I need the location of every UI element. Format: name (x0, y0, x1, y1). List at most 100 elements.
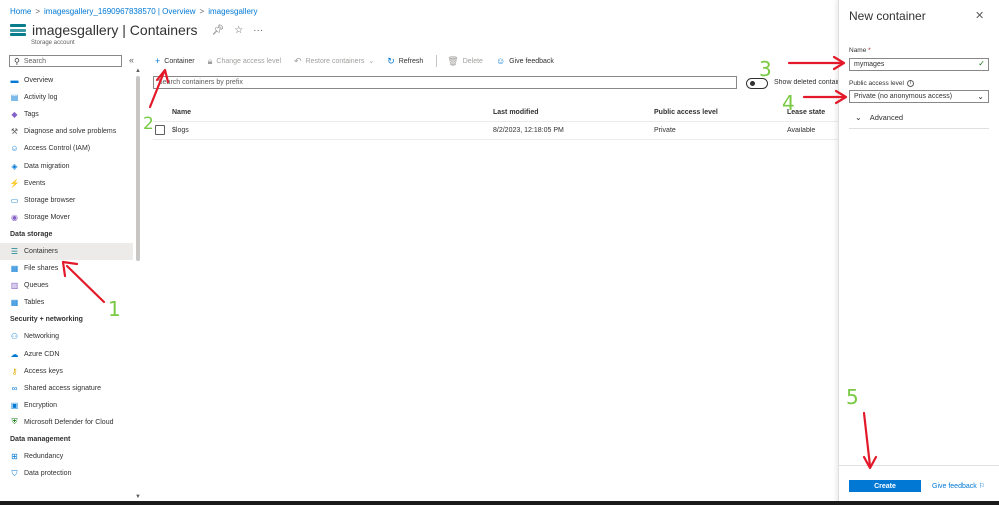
title-actions: 📌︎ ☆ ··· (212, 25, 264, 36)
toolbar-divider (436, 55, 438, 67)
sidebar-item-iam[interactable]: ☺ Access Control (IAM) (0, 140, 133, 157)
panel-give-feedback-link[interactable]: Give feedback ⚐ (932, 482, 985, 490)
containers-table: Name Last modified Public access level L… (153, 104, 838, 140)
sidebar-item-storage-mover[interactable]: ◉ Storage Mover (0, 209, 133, 226)
undo-icon: ↶ (294, 55, 302, 66)
scroll-down-icon[interactable]: ▼ (135, 494, 141, 500)
container-name-input[interactable]: mymages ✓ (849, 58, 989, 71)
sidebar-item-label: Access keys (24, 367, 63, 375)
scroll-up-icon[interactable]: ▲ (135, 68, 141, 74)
breadcrumb: Home > imagesgallery_1690967838570 | Overv… (10, 7, 258, 16)
advanced-expander[interactable]: ⌄ Advanced (855, 113, 903, 122)
sidebar-item-redundancy[interactable]: ⊞ Redundancy (0, 448, 133, 465)
column-last-modified[interactable]: Last modified (493, 109, 539, 116)
sidebar: ⚲ Search « ▲ ▼ ▬ Overview ▤ Activity log ◆… (0, 52, 145, 505)
sidebar-item-containers[interactable]: ☰ Containers (0, 242, 133, 261)
access-level-label: Public access level i (849, 80, 914, 87)
sidebar-item-label: Data protection (24, 470, 72, 478)
sidebar-item-tags[interactable]: ◆ Tags (0, 106, 133, 123)
collapse-sidebar-icon[interactable]: « (129, 55, 134, 65)
show-deleted-toggle[interactable] (746, 78, 768, 89)
sidebar-nav: ▬ Overview ▤ Activity log ◆ Tags ⚒ Diagnose … (0, 72, 133, 482)
divider (849, 128, 989, 129)
sidebar-item-label: File shares (24, 265, 59, 273)
people-icon: ☺ (10, 144, 19, 154)
more-icon[interactable]: ··· (253, 25, 263, 36)
sidebar-item-sas[interactable]: ∞ Shared access signature (0, 380, 133, 397)
sidebar-item-defender[interactable]: ⛨ Microsoft Defender for Cloud (0, 414, 133, 431)
sidebar-item-events[interactable]: ⚡ Events (0, 175, 133, 192)
overview-icon: ▬ (10, 76, 19, 86)
row-access: Private (654, 127, 676, 134)
sidebar-item-networking[interactable]: ⚇ Networking (0, 328, 133, 345)
breadcrumb-home[interactable]: Home (10, 7, 31, 16)
sidebar-item-azure-cdn[interactable]: ☁ Azure CDN (0, 346, 133, 363)
row-last-modified: 8/2/2023, 12:18:05 PM (493, 127, 564, 134)
access-level-select[interactable]: Private (no anonymous access) ⌄ (849, 90, 989, 103)
page-subtitle: Storage account (31, 40, 75, 46)
title-separator: | (118, 22, 130, 38)
sidebar-item-diagnose[interactable]: ⚒ Diagnose and solve problems (0, 123, 133, 140)
sidebar-item-label: Encryption (24, 401, 58, 409)
page-header: imagesgallery | Containers 📌︎ ☆ ··· (10, 22, 263, 38)
change-access-level-button[interactable]: 🔒︎ Change access level (208, 56, 281, 67)
refresh-icon: ↻ (387, 55, 395, 66)
sidebar-item-label: Microsoft Defender for Cloud (24, 418, 114, 426)
key-icon: ⚷ (11, 366, 18, 376)
row-name[interactable]: $logs (172, 127, 189, 134)
column-lease-state[interactable]: Lease state (787, 109, 838, 116)
star-icon[interactable]: ☆ (234, 25, 243, 36)
sidebar-search-input[interactable]: ⚲ Search (9, 55, 122, 67)
column-public-access-level[interactable]: Public access level (654, 109, 718, 116)
page-title: imagesgallery | Containers (32, 22, 198, 38)
info-icon[interactable]: i (906, 80, 914, 87)
new-container-panel: New container ✕ Name * mymages ✓ Public a… (838, 0, 999, 505)
sidebar-scrollbar[interactable] (136, 76, 140, 261)
sidebar-item-label: Access Control (IAM) (24, 145, 91, 153)
sidebar-search-placeholder: Search (23, 57, 47, 65)
container-search-input[interactable]: Search containers by prefix (153, 76, 737, 89)
advanced-label: Advanced (869, 113, 904, 122)
sidebar-item-queues[interactable]: ▥ Queues (0, 277, 133, 294)
feedback-icon: ☺ (495, 56, 506, 66)
containers-icon (10, 24, 26, 36)
sidebar-item-label: Redundancy (24, 453, 64, 461)
sidebar-item-overview[interactable]: ▬ Overview (0, 72, 133, 89)
add-container-button[interactable]: + Container (155, 56, 195, 66)
breadcrumb-overview[interactable]: imagesgallery_1690967838570 | Overview (44, 7, 196, 16)
give-feedback-button[interactable]: ☺ Give feedback (496, 56, 554, 66)
delete-label: Delete (462, 57, 483, 65)
shield-icon: ⛨ (11, 417, 18, 427)
breadcrumb-storage-account[interactable]: imagesgallery (208, 7, 257, 16)
sidebar-item-access-keys[interactable]: ⚷ Access keys (0, 363, 133, 380)
wrench-icon: ⚒ (10, 127, 19, 137)
row-lease: Available (787, 127, 816, 134)
sidebar-item-data-migration[interactable]: ◈ Data migration (0, 157, 133, 174)
redundancy-icon: ⊞ (11, 452, 18, 462)
column-name[interactable]: Name (172, 109, 191, 116)
restore-containers-button[interactable]: ↶ Restore containers ⌄ (294, 56, 374, 67)
page-name: Containers (129, 22, 198, 38)
row-checkbox[interactable] (155, 125, 165, 135)
sidebar-item-storage-browser[interactable]: ▭ Storage browser (0, 192, 133, 209)
sidebar-item-activity-log[interactable]: ▤ Activity log (0, 89, 133, 106)
access-level-value: Private (no anonymous access) (854, 93, 953, 100)
delete-button[interactable]: 🗑︎ Delete (447, 56, 483, 67)
storage-browser-icon: ▭ (10, 195, 19, 205)
table-row[interactable]: $logs 8/2/2023, 12:18:05 PM Private Avai… (153, 122, 838, 140)
sidebar-item-encryption[interactable]: ▣ Encryption (0, 397, 133, 414)
tag-icon: ◆ (11, 110, 18, 120)
section-data-storage: Data storage (10, 230, 53, 238)
sidebar-item-label: Storage Mover (24, 213, 70, 221)
plus-icon: + (155, 56, 161, 66)
sidebar-item-data-protection[interactable]: ⛉ Data protection (0, 465, 133, 482)
create-button[interactable]: Create (849, 480, 921, 492)
sidebar-item-tables[interactable]: ▦ Tables (0, 294, 133, 311)
lock-icon: 🔒︎ (207, 55, 213, 66)
tables-icon: ▦ (10, 298, 19, 308)
search-icon: ⚲ (14, 56, 20, 66)
refresh-button[interactable]: ↻ Refresh (387, 56, 423, 67)
close-icon[interactable]: ✕ (975, 9, 984, 22)
pin-icon[interactable]: 📌︎ (212, 25, 225, 36)
sidebar-item-file-shares[interactable]: ▦ File shares (0, 260, 133, 277)
